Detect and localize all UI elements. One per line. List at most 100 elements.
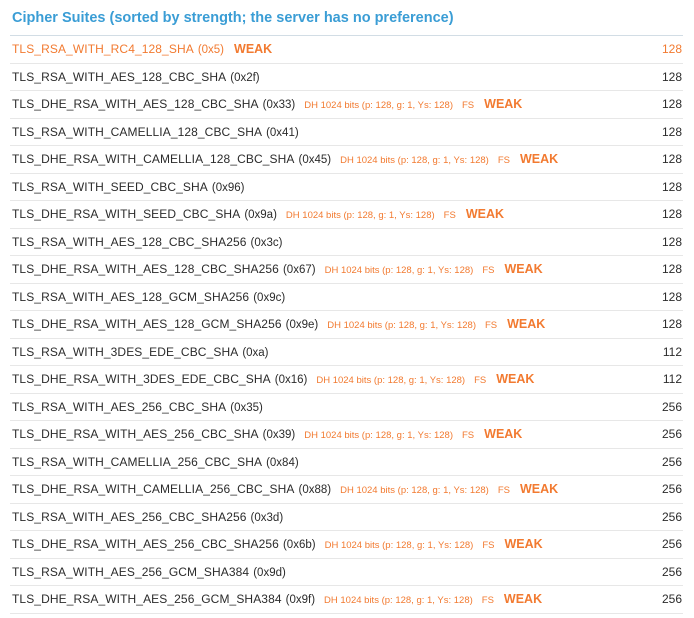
cipher-suite-code: (0x6b) [282,539,316,552]
cipher-suite-name: TLS_DHE_RSA_WITH_SEED_CBC_SHA [12,207,241,222]
cipher-suite-name: TLS_DHE_RSA_WITH_AES_128_CBC_SHA256 [12,262,279,277]
cipher-suite-row: TLS_RSA_WITH_AES_256_CBC_SHA256 (0x3d) 256 [10,504,683,531]
cipher-suite-row: TLS_DHE_RSA_WITH_3DES_EDE_CBC_SHA (0x16) D… [10,366,683,394]
cipher-suite-row: TLS_DHE_RSA_WITH_AES_256_GCM_SHA384 (0x9f… [10,586,683,614]
cipher-suite-row: TLS_RSA_WITH_CAMELLIA_256_CBC_SHA (0x84) 2… [10,449,683,476]
dh-params-note: DH 1024 bits (p: 128, g: 1, Ys: 128) [340,155,489,167]
cipher-suite-code: (0x88) [298,484,332,497]
cipher-suite-row: TLS_RSA_WITH_CAMELLIA_128_CBC_SHA (0x41) 1… [10,119,683,146]
forward-secrecy-badge: FS [482,265,495,277]
cipher-suite-name-cell: TLS_RSA_WITH_CAMELLIA_128_CBC_SHA (0x41) [12,125,642,139]
cipher-suite-code: (0x67) [282,264,316,277]
cipher-suite-row: TLS_DHE_RSA_WITH_AES_128_GCM_SHA256 (0x9e… [10,311,683,339]
cipher-suite-name: TLS_RSA_WITH_AES_256_CBC_SHA256 [12,509,247,524]
cipher-suite-row: TLS_RSA_WITH_AES_256_CBC_SHA (0x35) 256 [10,394,683,421]
cipher-suite-name: TLS_DHE_RSA_WITH_AES_256_CBC_SHA256 [12,537,279,552]
cipher-suite-row: TLS_RSA_WITH_RC4_128_SHA (0x5) WEAK 128 [10,36,683,64]
weak-badge: WEAK [504,537,543,552]
cipher-suite-name-cell: TLS_DHE_RSA_WITH_AES_256_CBC_SHA256 (0x6b… [12,537,642,551]
cipher-suite-code: (0x96) [211,181,245,194]
weak-badge: WEAK [507,317,546,332]
weak-badge: WEAK [519,482,559,497]
cipher-strength-bits: 112 [662,344,682,359]
forward-secrecy-badge: FS [462,100,475,112]
cipher-strength-bits: 256 [661,509,682,524]
cipher-suite-name: TLS_RSA_WITH_CAMELLIA_128_CBC_SHA [12,124,263,139]
cipher-suite-name-cell: TLS_DHE_RSA_WITH_AES_128_CBC_SHA256 (0x67… [12,262,642,276]
weak-badge: WEAK [465,207,505,222]
forward-secrecy-badge: FS [497,485,510,497]
weak-badge: WEAK [234,42,273,57]
dh-params-note: DH 1024 bits (p: 128, g: 1, Ys: 128) [316,375,466,387]
weak-badge: WEAK [484,97,523,112]
weak-badge: WEAK [519,152,559,167]
cipher-strength-bits: 128 [661,262,682,277]
cipher-suite-name: TLS_DHE_RSA_WITH_AES_128_CBC_SHA [12,97,259,112]
cipher-suite-name: TLS_DHE_RSA_WITH_AES_128_GCM_SHA256 [12,317,282,332]
cipher-suite-name-cell: TLS_DHE_RSA_WITH_AES_256_GCM_SHA384 (0x9f… [12,592,642,606]
cipher-suite-name-cell: TLS_DHE_RSA_WITH_AES_128_CBC_SHA (0x33) DH… [12,97,642,111]
cipher-suite-row: TLS_RSA_WITH_3DES_EDE_CBC_SHA (0xa) 112 [10,339,683,366]
cipher-strength-bits: 256 [661,592,682,607]
dh-params-note: DH 1024 bits (p: 128, g: 1, Ys: 128) [324,540,474,552]
cipher-suite-name: TLS_DHE_RSA_WITH_AES_256_GCM_SHA384 [12,592,282,607]
cipher-suite-row: TLS_RSA_WITH_AES_256_GCM_SHA384 (0x9d) 256 [10,559,683,586]
cipher-suite-name: TLS_RSA_WITH_RC4_128_SHA [12,42,194,57]
forward-secrecy-badge: FS [443,210,456,222]
cipher-suite-row: TLS_RSA_WITH_AES_128_CBC_SHA (0x2f) 128 [10,64,683,91]
cipher-suite-code: (0x3c) [250,236,283,249]
cipher-suite-row: TLS_DHE_RSA_WITH_AES_256_CBC_SHA (0x39) DH… [10,421,683,449]
cipher-suite-row: TLS_RSA_WITH_AES_128_CBC_SHA256 (0x3c) 128 [10,229,683,256]
cipher-suite-name: TLS_DHE_RSA_WITH_CAMELLIA_128_CBC_SHA [12,152,295,167]
cipher-suite-code: (0xa) [242,346,269,359]
cipher-suite-row: TLS_RSA_WITH_SEED_CBC_SHA (0x96) 128 [10,174,683,201]
cipher-suite-name: TLS_RSA_WITH_3DES_EDE_CBC_SHA [12,344,239,359]
cipher-suite-name-cell: TLS_DHE_RSA_WITH_AES_256_CBC_SHA (0x39) DH… [12,427,642,441]
cipher-suite-name: TLS_RSA_WITH_AES_256_GCM_SHA384 [12,564,250,579]
cipher-suite-name: TLS_RSA_WITH_SEED_CBC_SHA [12,179,208,194]
cipher-suite-code: (0x3d) [250,511,284,524]
cipher-suite-name-cell: TLS_DHE_RSA_WITH_SEED_CBC_SHA (0x9a) DH 10… [12,207,642,221]
cipher-suite-name: TLS_RSA_WITH_AES_128_CBC_SHA [12,69,227,84]
dh-params-note: DH 1024 bits (p: 128, g: 1, Ys: 128) [324,595,473,607]
cipher-suite-row: TLS_DHE_RSA_WITH_AES_256_CBC_SHA256 (0x6b… [10,531,683,559]
cipher-suite-list: TLS_RSA_WITH_RC4_128_SHA (0x5) WEAK 128 TLS_… [10,36,683,614]
cipher-suite-name: TLS_RSA_WITH_AES_128_CBC_SHA256 [12,234,247,249]
weak-badge: WEAK [496,372,535,387]
cipher-suite-code: (0x35) [230,401,263,414]
cipher-suite-name: TLS_DHE_RSA_WITH_3DES_EDE_CBC_SHA [12,372,271,387]
cipher-suite-name-cell: TLS_RSA_WITH_AES_256_CBC_SHA256 (0x3d) [12,510,642,524]
cipher-suite-code: (0x84) [266,456,299,469]
dh-params-note: DH 1024 bits (p: 128, g: 1, Ys: 128) [304,430,453,442]
cipher-suite-code: (0x39) [262,429,296,442]
cipher-strength-bits: 256 [661,564,682,579]
cipher-strength-bits: 128 [661,124,682,139]
cipher-suite-row: TLS_DHE_RSA_WITH_AES_128_CBC_SHA (0x33) DH… [10,91,683,119]
cipher-strength-bits: 128 [661,42,682,57]
cipher-suite-row: TLS_DHE_RSA_WITH_SEED_CBC_SHA (0x9a) DH 10… [10,201,683,229]
cipher-suite-name: TLS_RSA_WITH_AES_128_GCM_SHA256 [12,289,250,304]
dh-params-note: DH 1024 bits (p: 128, g: 1, Ys: 128) [327,320,476,332]
cipher-suite-name-cell: TLS_DHE_RSA_WITH_CAMELLIA_128_CBC_SHA (0x… [12,152,642,166]
cipher-suite-code: (0x9a) [244,209,277,222]
cipher-strength-bits: 256 [661,427,682,442]
cipher-strength-bits: 112 [662,372,682,387]
cipher-suite-name-cell: TLS_DHE_RSA_WITH_CAMELLIA_256_CBC_SHA (0x… [12,482,642,496]
cipher-suite-name-cell: TLS_RSA_WITH_CAMELLIA_256_CBC_SHA (0x84) [12,455,642,469]
cipher-suite-name-cell: TLS_RSA_WITH_AES_128_CBC_SHA (0x2f) [12,70,642,84]
forward-secrecy-badge: FS [481,595,494,607]
cipher-suite-code: (0x2f) [230,71,260,84]
cipher-strength-bits: 128 [661,234,682,249]
cipher-strength-bits: 256 [661,537,682,552]
cipher-strength-bits: 256 [661,454,682,469]
cipher-strength-bits: 128 [661,69,682,84]
cipher-suite-name: TLS_DHE_RSA_WITH_CAMELLIA_256_CBC_SHA [12,482,295,497]
cipher-suite-name-cell: TLS_RSA_WITH_AES_256_GCM_SHA384 (0x9d) [12,565,642,579]
section-title: Cipher Suites (sorted by strength; the s… [10,0,683,36]
cipher-suite-name: TLS_DHE_RSA_WITH_AES_256_CBC_SHA [12,427,259,442]
dh-params-note: DH 1024 bits (p: 128, g: 1, Ys: 128) [304,100,453,112]
forward-secrecy-badge: FS [484,320,498,332]
cipher-suite-code: (0x9f) [285,594,316,607]
cipher-suite-name-cell: TLS_DHE_RSA_WITH_3DES_EDE_CBC_SHA (0x16) D… [12,372,642,386]
forward-secrecy-badge: FS [462,430,475,442]
